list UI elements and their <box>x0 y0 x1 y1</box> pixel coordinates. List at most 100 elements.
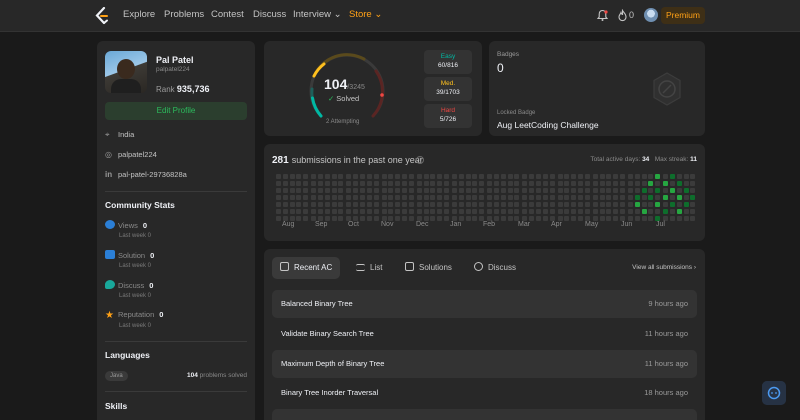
heatmap-cell[interactable] <box>655 188 661 193</box>
heatmap-cell[interactable] <box>296 209 302 214</box>
premium-button[interactable]: Premium <box>661 7 705 24</box>
heatmap-cell[interactable] <box>318 174 323 179</box>
heatmap-cell[interactable] <box>353 202 359 207</box>
heatmap-cell[interactable] <box>641 216 647 221</box>
heatmap-cell[interactable] <box>500 216 506 221</box>
heatmap-cell[interactable] <box>437 174 443 179</box>
heatmap-cell[interactable] <box>599 195 605 200</box>
heatmap-cell[interactable] <box>522 202 528 207</box>
heatmap-cell[interactable] <box>522 181 528 186</box>
heatmap-cell[interactable] <box>479 202 485 207</box>
heatmap-cell[interactable] <box>437 216 443 221</box>
heatmap-cell[interactable] <box>648 195 654 200</box>
heatmap-cell[interactable] <box>571 216 577 221</box>
heatmap-cell[interactable] <box>276 181 281 186</box>
heatmap-cell[interactable] <box>613 195 619 200</box>
heatmap-cell[interactable] <box>571 195 577 200</box>
heatmap-cell[interactable] <box>395 195 401 200</box>
heatmap-cell[interactable] <box>388 188 394 193</box>
heatmap-cell[interactable] <box>584 181 590 186</box>
heatmap-cell[interactable] <box>670 188 675 193</box>
heatmap-cell[interactable] <box>564 188 570 193</box>
heatmap-cell[interactable] <box>289 181 295 186</box>
heatmap-cell[interactable] <box>683 181 689 186</box>
heatmap-cell[interactable] <box>683 216 689 221</box>
heatmap-cell[interactable] <box>663 174 669 179</box>
heatmap-cell[interactable] <box>324 209 330 214</box>
heatmap-cell[interactable] <box>613 202 619 207</box>
heatmap-cell[interactable] <box>487 209 493 214</box>
heatmap-cell[interactable] <box>276 174 281 179</box>
heatmap-cell[interactable] <box>494 209 499 214</box>
submission-title[interactable]: Balanced Binary Tree <box>281 299 353 308</box>
heatmap-cell[interactable] <box>529 181 535 186</box>
heatmap-cell[interactable] <box>444 216 449 221</box>
heatmap-cell[interactable] <box>331 216 337 221</box>
heatmap-cell[interactable] <box>522 195 528 200</box>
heatmap-cell[interactable] <box>494 195 499 200</box>
heatmap-cell[interactable] <box>507 174 513 179</box>
nav-explore[interactable]: Explore <box>123 9 155 20</box>
heatmap-cell[interactable] <box>592 209 598 214</box>
heatmap-cell[interactable] <box>648 209 654 214</box>
heatmap-cell[interactable] <box>606 216 612 221</box>
heatmap-cell[interactable] <box>507 202 513 207</box>
heatmap-cell[interactable] <box>690 181 696 186</box>
heatmap-cell[interactable] <box>311 202 317 207</box>
heatmap-cell[interactable] <box>408 195 414 200</box>
heatmap-cell[interactable] <box>430 202 436 207</box>
submission-row[interactable]: Balanced Binary Tree 9 hours ago <box>272 290 697 318</box>
nav-interview[interactable]: Interview ⌄ <box>293 9 342 20</box>
heatmap-cell[interactable] <box>549 195 555 200</box>
heatmap-cell[interactable] <box>303 174 309 179</box>
heatmap-cell[interactable] <box>373 181 379 186</box>
heatmap-cell[interactable] <box>388 195 394 200</box>
heatmap-cell[interactable] <box>289 174 295 179</box>
heatmap-cell[interactable] <box>494 202 499 207</box>
heatmap-cell[interactable] <box>670 209 675 214</box>
submission-title[interactable]: Maximum Depth of Binary Tree <box>281 359 384 368</box>
linkedin-text[interactable]: pal-patel-29736828a <box>118 170 187 179</box>
heatmap-cell[interactable] <box>452 195 457 200</box>
heatmap-cell[interactable] <box>628 174 633 179</box>
heatmap-cell[interactable] <box>338 202 344 207</box>
heatmap-cell[interactable] <box>360 181 365 186</box>
heatmap-cell[interactable] <box>282 181 288 186</box>
heatmap-cell[interactable] <box>311 181 317 186</box>
heatmap-cell[interactable] <box>542 216 548 221</box>
heatmap-cell[interactable] <box>571 174 577 179</box>
heatmap-cell[interactable] <box>423 195 429 200</box>
heatmap-cell[interactable] <box>564 195 570 200</box>
heatmap-cell[interactable] <box>620 188 625 193</box>
heatmap-cell[interactable] <box>346 209 352 214</box>
heatmap-cell[interactable] <box>507 188 513 193</box>
heatmap-cell[interactable] <box>641 195 647 200</box>
heatmap-cell[interactable] <box>452 188 457 193</box>
heatmap-cell[interactable] <box>634 216 640 221</box>
heatmap-cell[interactable] <box>282 202 288 207</box>
nav-discuss[interactable]: Discuss <box>253 9 286 20</box>
heatmap-cell[interactable] <box>557 188 563 193</box>
heatmap-cell[interactable] <box>655 195 661 200</box>
heatmap-cell[interactable] <box>564 209 570 214</box>
heatmap-cell[interactable] <box>395 188 401 193</box>
heatmap-cell[interactable] <box>536 195 541 200</box>
heatmap-cell[interactable] <box>360 209 365 214</box>
view-all-submissions-link[interactable]: View all submissions › <box>632 264 696 271</box>
heatmap-cell[interactable] <box>690 202 696 207</box>
heatmap-cell[interactable] <box>487 188 493 193</box>
heatmap-cell[interactable] <box>282 188 288 193</box>
heatmap-cell[interactable] <box>507 209 513 214</box>
heatmap-cell[interactable] <box>578 195 583 200</box>
heatmap-cell[interactable] <box>584 188 590 193</box>
heatmap-cell[interactable] <box>592 195 598 200</box>
heatmap-cell[interactable] <box>289 195 295 200</box>
tab-recent-ac[interactable]: Recent AC <box>272 257 341 279</box>
heatmap-cell[interactable] <box>479 181 485 186</box>
heatmap-cell[interactable] <box>472 209 478 214</box>
edit-profile-button[interactable]: Edit Profile <box>105 102 247 120</box>
heatmap-cell[interactable] <box>408 209 414 214</box>
heatmap-cell[interactable] <box>670 202 675 207</box>
heatmap-cell[interactable] <box>353 188 359 193</box>
heatmap-cell[interactable] <box>338 174 344 179</box>
